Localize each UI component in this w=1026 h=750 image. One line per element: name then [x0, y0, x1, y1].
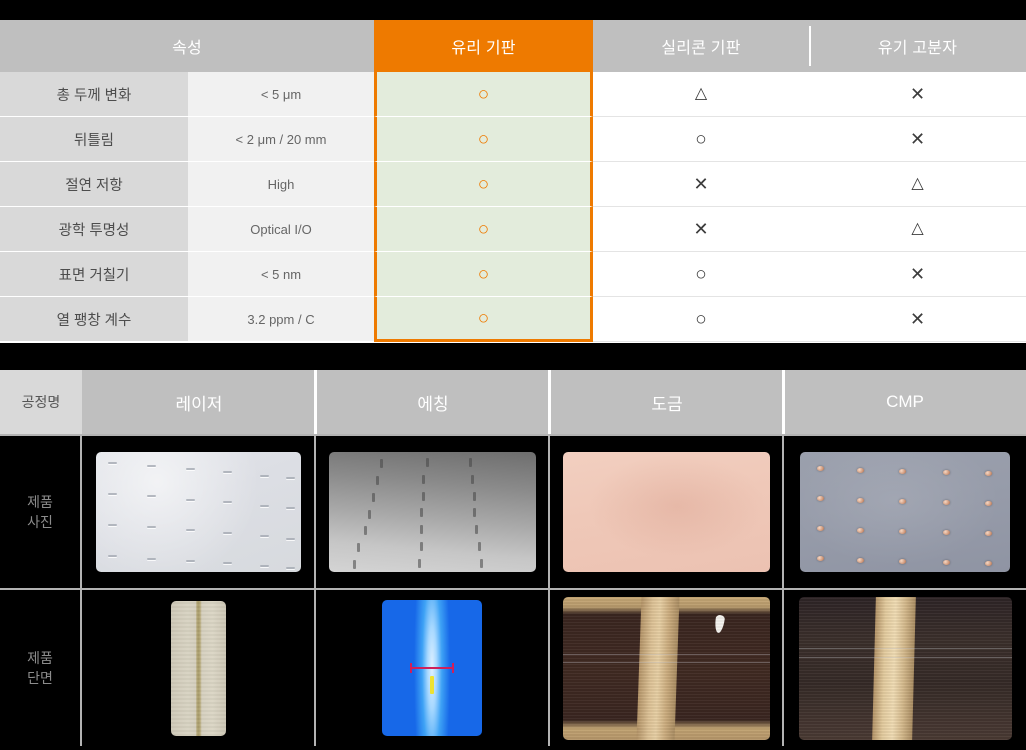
rating-symbol: ✕ — [909, 84, 926, 104]
photo-cell-cmp-cross-section — [784, 588, 1026, 746]
rating-silicon: △ — [593, 72, 809, 117]
measurement-scale — [430, 676, 434, 695]
via-column — [872, 596, 917, 740]
column-header-silicon: 실리콘 기판 — [593, 20, 809, 72]
rating-symbol: ○ — [695, 128, 707, 150]
rating-symbol: △ — [911, 175, 924, 192]
photo-cell-cmp-panel — [784, 434, 1026, 588]
process-photo-table: 공정명 레이저 에칭 도금 CMP 제품 사진 제품 단면 — [0, 370, 1026, 750]
rating-symbol: ✕ — [909, 264, 926, 284]
spec-value: 3.2 ppm / C — [188, 297, 374, 342]
row-label-line1: 제품 — [27, 649, 53, 666]
spec-value: High — [188, 162, 374, 207]
table-row: 표면 거칠기 — [0, 252, 188, 297]
row-label-line2: 사진 — [27, 514, 53, 530]
rating-polymer: ✕ — [809, 117, 1026, 162]
spec-value: < 5 nm — [188, 252, 374, 297]
comparison-grid: 속성 유리 기판 실리콘 기판 유기 고분자 총 두께 변화 < 5 μm ○ … — [0, 20, 1026, 342]
rating-silicon: ✕ — [593, 162, 809, 207]
debris-fleck — [713, 614, 726, 634]
etching-panel-photo — [328, 452, 536, 572]
rating-glass: ○ — [374, 117, 593, 162]
row-label-cross-section: 제품 단면 — [0, 588, 82, 746]
rating-symbol: ○ — [477, 173, 490, 195]
photo-cell-etching-cross-section — [316, 588, 550, 746]
rating-symbol: ○ — [477, 218, 490, 240]
table-row: 광학 투명성 — [0, 207, 188, 252]
row-label-product-photo: 제품 사진 — [0, 434, 82, 588]
rating-polymer: △ — [809, 207, 1026, 252]
rating-symbol: ✕ — [693, 174, 709, 194]
cmp-panel-photo — [800, 452, 1010, 572]
row-label-line2: 단면 — [27, 670, 53, 686]
photo-cell-etching-panel — [316, 434, 550, 588]
table-row: 열 팽창 계수 — [0, 297, 188, 342]
rating-polymer: ✕ — [809, 297, 1026, 342]
table-row: 절연 저항 — [0, 162, 188, 207]
laser-cross-section — [170, 600, 226, 736]
via-column — [636, 596, 680, 740]
process-corner-label: 공정명 — [0, 370, 82, 434]
photo-cell-plating-panel — [550, 434, 784, 588]
photo-cell-laser-panel — [82, 434, 316, 588]
substrate-comparison-table: 속성 유리 기판 실리콘 기판 유기 고분자 총 두께 변화 < 5 μm ○ … — [0, 20, 1026, 343]
process-header-etching: 에칭 — [314, 370, 550, 434]
rating-glass: ○ — [374, 72, 593, 117]
rating-polymer: ✕ — [809, 72, 1026, 117]
rating-glass: ○ — [374, 252, 593, 297]
table-row: 총 두께 변화 — [0, 72, 188, 117]
photo-cell-laser-cross-section — [82, 588, 316, 746]
process-header-plating: 도금 — [548, 370, 784, 434]
process-header-laser: 레이저 — [82, 370, 316, 434]
rating-silicon: ✕ — [593, 207, 809, 252]
process-header-cmp: CMP — [782, 370, 1026, 434]
rating-symbol: ○ — [477, 128, 490, 150]
rating-glass: ○ — [374, 207, 593, 252]
rating-symbol: ✕ — [909, 129, 926, 149]
rating-silicon: ○ — [593, 252, 809, 297]
rating-silicon: ○ — [593, 297, 809, 342]
photo-cell-plating-cross-section — [550, 588, 784, 746]
spec-value: < 5 μm — [188, 72, 374, 117]
column-header-attribute: 속성 — [0, 20, 374, 72]
column-header-glass: 유리 기판 — [374, 20, 593, 72]
plating-panel-photo — [562, 452, 770, 572]
laser-panel-photo — [95, 452, 301, 572]
plating-cross-section — [562, 596, 770, 740]
rating-symbol: ✕ — [909, 309, 926, 329]
rating-silicon: ○ — [593, 117, 809, 162]
rating-glass: ○ — [374, 297, 593, 342]
rating-symbol: ○ — [695, 263, 707, 285]
spec-value: Optical I/O — [188, 207, 374, 252]
rating-symbol: ○ — [695, 308, 707, 330]
row-label-line1: 제품 — [27, 493, 53, 510]
process-grid: 공정명 레이저 에칭 도금 CMP 제품 사진 제품 단면 — [0, 370, 1026, 746]
rating-glass: ○ — [374, 162, 593, 207]
etching-cross-section — [382, 600, 482, 736]
rating-symbol: △ — [694, 85, 708, 102]
rating-symbol: △ — [911, 220, 924, 237]
rating-symbol: ○ — [477, 307, 490, 329]
rating-polymer: ✕ — [809, 252, 1026, 297]
screenshot-root: 속성 유리 기판 실리콘 기판 유기 고분자 총 두께 변화 < 5 μm ○ … — [0, 0, 1026, 750]
spec-value: < 2 μm / 20 mm — [188, 117, 374, 162]
rating-polymer: △ — [809, 162, 1026, 207]
rating-symbol: ✕ — [693, 219, 709, 239]
cmp-cross-section — [798, 596, 1012, 740]
measurement-marker — [410, 663, 454, 673]
column-header-polymer: 유기 고분자 — [809, 20, 1026, 72]
rating-symbol: ○ — [477, 263, 490, 285]
table-row: 뒤틀림 — [0, 117, 188, 162]
rating-symbol: ○ — [477, 83, 490, 105]
